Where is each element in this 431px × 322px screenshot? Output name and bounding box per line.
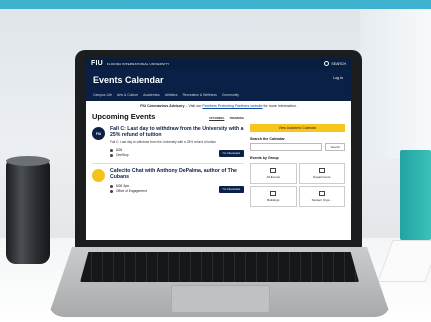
event-location-text: Office of Engagement <box>116 189 147 194</box>
nav-recreation-wellness[interactable]: Recreation & Wellness <box>183 93 217 97</box>
event-date-text: 8/28 3pm <box>116 184 130 189</box>
group-label: Departments <box>313 175 331 180</box>
mug-rim <box>6 156 50 166</box>
cafecito-event-icon <box>92 169 105 183</box>
list-item[interactable]: Cafecito Chat with Anthony DePalma, auth… <box>92 163 244 194</box>
window-light <box>360 9 431 159</box>
fiu-event-icon: FIU <box>92 127 105 141</box>
group-label: Student Orgs... <box>311 198 332 203</box>
event-description: Fall C: Last day to withdraw from the Un… <box>110 140 216 145</box>
nav-athletics[interactable]: Athletics <box>165 93 178 97</box>
nav-campus-life[interactable]: Campus Life <box>93 93 112 97</box>
site-search-button[interactable]: SEARCH <box>324 61 346 66</box>
advisory-banner: FIU Coronavirus Advisory – Visit our Pan… <box>86 101 351 108</box>
event-title[interactable]: Cafecito Chat with Anthony DePalma, auth… <box>110 168 244 181</box>
search-calendar-label: Search the Calendar <box>250 137 285 142</box>
upcoming-header: Upcoming Events UPCOMING TRENDING <box>92 112 244 121</box>
advisory-bold: FIU Coronavirus Advisory <box>140 104 185 108</box>
laptop-keyboard <box>80 252 359 282</box>
upcoming-title: Upcoming Events <box>92 112 156 122</box>
group-label: All Events <box>266 175 280 180</box>
event-location-text: OneStop <box>116 153 129 158</box>
main-content: Upcoming Events UPCOMING TRENDING FIU Fa… <box>86 108 351 208</box>
clock-icon <box>110 148 113 152</box>
group-label: Buildings <box>267 198 280 203</box>
advisory-text-after: for more information. <box>262 104 297 108</box>
group-departments[interactable]: Departments <box>298 163 345 185</box>
university-name: FLORIDA INTERNATIONAL UNIVERSITY <box>106 61 170 66</box>
building-icon <box>110 154 113 158</box>
interested-button[interactable]: I'm Interested <box>218 185 244 193</box>
groups-grid: All Events Departments Buildings Student… <box>250 163 345 208</box>
event-date-text: 8/28 <box>116 148 123 153</box>
event-title[interactable]: Fall C: Last day to withdraw from the Un… <box>110 127 244 139</box>
top-accent-band <box>0 0 431 9</box>
upcoming-tabs: UPCOMING TRENDING <box>209 116 244 120</box>
event-meta: 8/28 3pm Office of Engagement I'm Intere… <box>110 184 244 194</box>
tab-trending[interactable]: TRENDING <box>229 116 244 120</box>
calendar-search-input[interactable] <box>250 143 323 152</box>
list-item[interactable]: FIU Fall C: Last day to withdraw from th… <box>92 121 244 158</box>
calendar-header: Events Calendar Log In Campus Life Arts … <box>86 69 351 101</box>
tab-upcoming[interactable]: UPCOMING <box>209 116 224 120</box>
calendar-icon <box>270 168 277 174</box>
site-search-label: SEARCH <box>331 61 346 66</box>
advisory-link[interactable]: Panthers Protecting Panthers website <box>202 104 262 108</box>
calendar-nav: Campus Life Arts & Culture Academics Ath… <box>93 93 239 97</box>
page-title: Events Calendar <box>93 75 164 85</box>
group-all-events[interactable]: All Events <box>250 163 297 185</box>
coffee-mug <box>6 160 50 264</box>
login-link[interactable]: Log In <box>333 76 343 80</box>
event-meta: 8/28 OneStop I'm Interested <box>110 148 244 158</box>
fiu-logo[interactable]: FIU <box>91 60 103 67</box>
nav-community[interactable]: Community <box>222 93 239 97</box>
teal-box <box>400 150 431 240</box>
photo-scene: FIU FLORIDA INTERNATIONAL UNIVERSITY SEA… <box>0 0 431 322</box>
calendar-search-button[interactable]: Search <box>325 143 345 152</box>
site-top-bar: FIU FLORIDA INTERNATIONAL UNIVERSITY SEA… <box>86 58 351 69</box>
nav-academics[interactable]: Academics <box>143 93 160 97</box>
nav-arts-culture[interactable]: Arts & Culture <box>117 93 138 97</box>
search-icon <box>324 61 330 66</box>
event-meta-list: 8/28 3pm Office of Engagement <box>110 184 147 194</box>
building-icon <box>110 189 113 193</box>
event-location: OneStop <box>110 153 129 158</box>
event-body: Cafecito Chat with Anthony DePalma, auth… <box>110 168 244 194</box>
events-column: Upcoming Events UPCOMING TRENDING FIU Fa… <box>92 112 244 207</box>
group-buildings[interactable]: Buildings <box>250 186 297 208</box>
view-academic-calendar-button[interactable]: View Academic Calendar <box>250 124 345 133</box>
interested-button[interactable]: I'm Interested <box>218 149 244 157</box>
building-icon <box>318 168 325 174</box>
advisory-text-before: – Visit our <box>184 104 203 108</box>
location-pin-icon <box>270 191 277 197</box>
event-body: Fall C: Last day to withdraw from the Un… <box>110 127 244 158</box>
sidebar-column: View Academic Calendar Search the Calend… <box>250 112 345 208</box>
people-icon <box>318 191 325 197</box>
group-student-orgs[interactable]: Student Orgs... <box>298 186 345 208</box>
event-location: Office of Engagement <box>110 189 147 194</box>
calendar-search: Search <box>250 143 345 152</box>
groups-label: Events by Group <box>250 156 279 161</box>
laptop-trackpad <box>171 285 270 313</box>
event-meta-list: 8/28 OneStop <box>110 148 129 158</box>
laptop-screen: FIU FLORIDA INTERNATIONAL UNIVERSITY SEA… <box>86 58 351 240</box>
clock-icon <box>110 184 113 188</box>
